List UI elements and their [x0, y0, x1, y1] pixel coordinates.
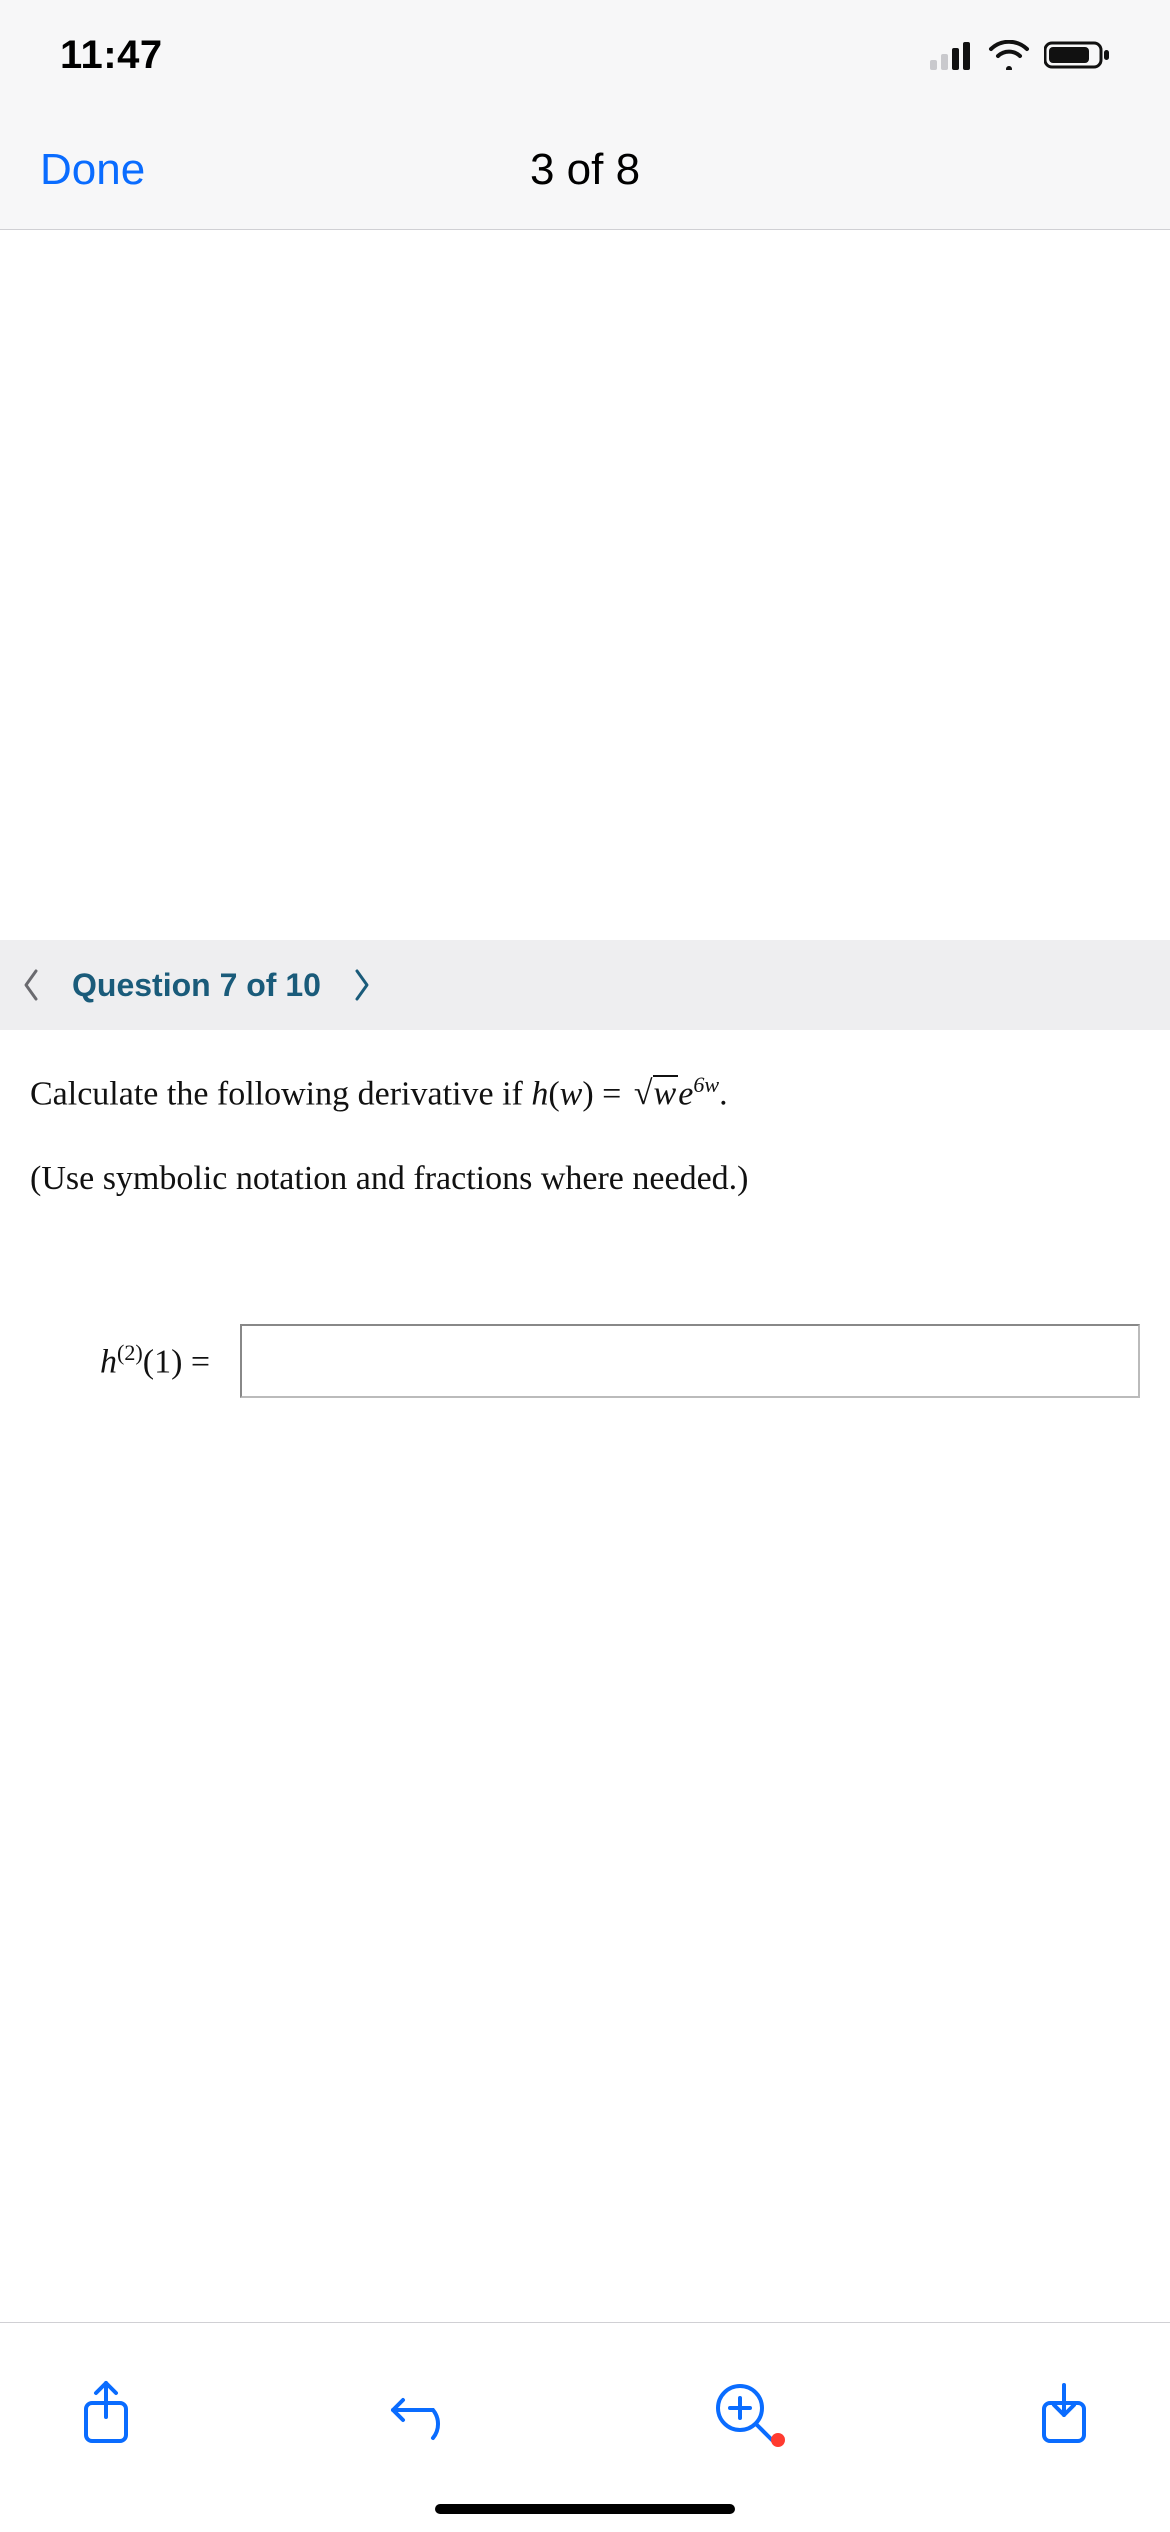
math-w: w [560, 1075, 583, 1112]
cellular-icon [930, 40, 974, 70]
answer-label: h(2)(1) = [100, 1336, 210, 1387]
done-button[interactable]: Done [40, 145, 145, 195]
wifi-icon [988, 40, 1030, 70]
question-label: Question 7 of 10 [72, 967, 321, 1004]
undo-button[interactable] [389, 2377, 461, 2449]
math-e: e [678, 1075, 693, 1112]
answer-arg: (1) = [143, 1343, 210, 1380]
paren-open: ( [548, 1075, 559, 1112]
question-nav-bar: Question 7 of 10 [0, 940, 1170, 1030]
download-button[interactable] [1028, 2377, 1100, 2449]
prev-question-button[interactable] [20, 967, 42, 1003]
math-h: h [531, 1075, 548, 1112]
paren-close-eq: ) = [582, 1075, 630, 1112]
problem-note: (Use symbolic notation and fractions whe… [30, 1153, 1140, 1204]
bottom-toolbar [0, 2322, 1170, 2502]
nav-bar: Done 3 of 8 [0, 110, 1170, 230]
sqrt-expr: √w [630, 1068, 678, 1119]
home-indicator[interactable] [435, 2504, 735, 2514]
notification-dot-icon [771, 2433, 785, 2447]
nav-title: 3 of 8 [530, 145, 640, 195]
sqrt-w: w [654, 1075, 677, 1112]
status-bar: 11:47 [0, 0, 1170, 110]
problem-statement: Calculate the following derivative if h(… [30, 1068, 1140, 1119]
answer-sup: (2) [117, 1340, 143, 1365]
answer-row: h(2)(1) = [30, 1324, 1140, 1398]
period: . [719, 1075, 728, 1112]
share-button[interactable] [70, 2377, 142, 2449]
next-question-button[interactable] [351, 967, 373, 1003]
zoom-in-button[interactable] [709, 2377, 781, 2449]
problem-prefix: Calculate the following derivative if [30, 1075, 531, 1112]
content-area: Question 7 of 10 Calculate the following… [0, 230, 1170, 2322]
math-exp: 6w [693, 1072, 719, 1097]
problem-text: Calculate the following derivative if h(… [0, 1030, 1170, 1398]
answer-h: h [100, 1343, 117, 1380]
battery-icon [1044, 40, 1110, 70]
status-time: 11:47 [60, 33, 163, 78]
status-icons [930, 40, 1110, 70]
answer-input[interactable] [240, 1324, 1140, 1398]
